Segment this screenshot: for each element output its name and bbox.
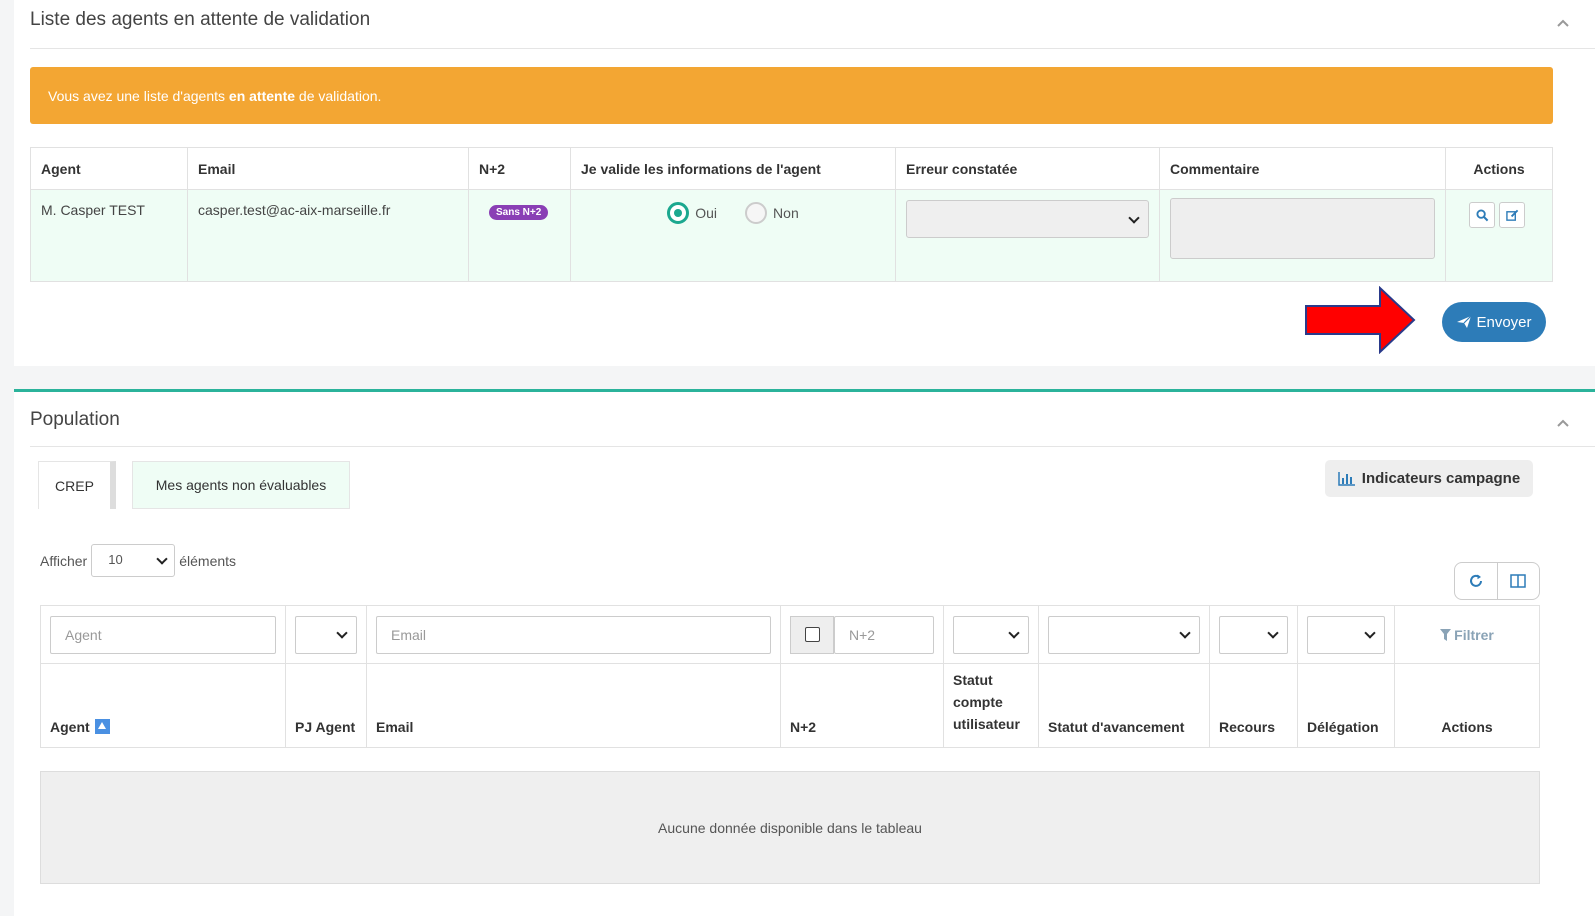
alert-suffix: de validation. (295, 88, 382, 104)
pending-agents-table: Agent Email N+2 Je valide les informatio… (30, 147, 1553, 282)
col-error: Erreur constatée (895, 147, 1160, 190)
col-agent: Agent (30, 147, 188, 190)
col-validate: Je valide les informations de l'agent (570, 147, 896, 190)
bar-chart-icon (1338, 472, 1355, 486)
chevron-down-icon (1267, 626, 1279, 639)
radio-no[interactable]: Non (745, 202, 799, 224)
sort-asc-icon[interactable] (94, 719, 110, 734)
col-pj-agent[interactable]: PJ Agent (285, 663, 367, 748)
delegation-filter-select[interactable] (1307, 615, 1385, 654)
chevron-down-icon (1008, 626, 1020, 639)
edit-icon (1505, 209, 1518, 221)
col-agent-label: Agent (50, 719, 90, 735)
n2-filter: N+2 (790, 615, 934, 654)
divider (30, 446, 1595, 447)
progress-filter-select[interactable] (1048, 615, 1200, 654)
page-length-control: Afficher 10 éléments (40, 544, 236, 577)
table-tools (1454, 562, 1540, 600)
view-button[interactable] (1469, 202, 1495, 228)
radio-yes-label: Oui (695, 205, 718, 221)
population-table: Agent Email N+2 Filtrer Agent PJ Agent E… (40, 605, 1540, 748)
radio-yes[interactable]: Oui (667, 202, 717, 224)
filter-label: Filtrer (1454, 626, 1494, 643)
n2-checkbox[interactable] (790, 615, 834, 654)
filter-row: Agent Email N+2 Filtrer (40, 605, 1540, 664)
pending-alert: Vous avez une liste d'agents en attente … (30, 67, 1553, 124)
agent-name: M. Casper TEST (30, 189, 188, 282)
chevron-down-icon (1179, 626, 1191, 639)
error-select[interactable] (906, 200, 1149, 238)
length-after: éléments (179, 552, 237, 569)
refresh-icon (1469, 574, 1482, 587)
filter-button[interactable]: Filtrer (1404, 616, 1530, 654)
red-arrow-annotation (1305, 286, 1416, 354)
n2-filter-input[interactable]: N+2 (834, 615, 934, 654)
col-n2[interactable]: N+2 (780, 663, 944, 748)
alert-bold: en attente (228, 88, 296, 104)
header-row: Agent PJ Agent Email N+2 Statut compte u… (40, 663, 1540, 748)
empty-table-message: Aucune donnée disponible dans le tableau (40, 771, 1540, 884)
agent-email: casper.test@ac-aix-marseille.fr (187, 189, 469, 282)
status-account-filter-select[interactable] (953, 615, 1029, 654)
radio-no-label: Non (773, 205, 799, 221)
paper-plane-icon (1457, 315, 1472, 328)
alert-prefix: Vous avez une liste d'agents (48, 88, 229, 104)
columns-icon (1510, 574, 1526, 588)
chevron-down-icon (1364, 626, 1376, 639)
radio-yes-indicator[interactable] (667, 202, 690, 224)
columns-button[interactable] (1496, 563, 1540, 599)
col-agent[interactable]: Agent (40, 663, 286, 748)
col-comment: Commentaire (1159, 147, 1446, 190)
page-length-value: 10 (108, 552, 123, 567)
col-actions: Actions (1394, 663, 1540, 748)
col-delegation[interactable]: Délégation (1297, 663, 1395, 748)
radio-no-indicator[interactable] (745, 202, 768, 224)
col-email: Email (187, 147, 469, 190)
filter-icon (1440, 628, 1452, 641)
col-appeal[interactable]: Recours (1209, 663, 1298, 748)
validate-radio-group: Oui Non (581, 202, 885, 224)
validation-panel: Liste des agents en attente de validatio… (14, 0, 1595, 366)
send-button[interactable]: Envoyer (1442, 302, 1546, 342)
population-panel-title: Population (30, 409, 120, 430)
pj-filter-select[interactable] (295, 615, 357, 654)
chevron-up-icon[interactable] (1557, 417, 1569, 429)
col-email[interactable]: Email (366, 663, 781, 748)
email-filter-input[interactable]: Email (376, 615, 771, 654)
send-label: Envoyer (1476, 313, 1532, 331)
population-panel: Population CREP Mes agents non évaluable… (14, 389, 1595, 916)
search-icon (1475, 208, 1488, 221)
tab-crep[interactable]: CREP (38, 461, 116, 509)
edit-button[interactable] (1499, 202, 1525, 228)
length-before: Afficher (40, 552, 88, 569)
col-account-status[interactable]: Statut compte utilisateur (943, 663, 1039, 748)
indicators-label: Indicateurs campagne (1361, 470, 1521, 487)
validation-panel-title: Liste des agents en attente de validatio… (30, 9, 371, 30)
tab-non-evaluable[interactable]: Mes agents non évaluables (132, 461, 350, 509)
col-n2: N+2 (468, 147, 571, 190)
refresh-button[interactable] (1455, 563, 1497, 599)
page-length-select[interactable]: 10 (91, 544, 176, 577)
chevron-up-icon[interactable] (1557, 17, 1569, 29)
comment-textarea[interactable] (1170, 198, 1435, 259)
col-actions: Actions (1445, 147, 1553, 190)
n2-badge: Sans N+2 (489, 205, 549, 220)
indicators-button[interactable]: Indicateurs campagne (1325, 460, 1533, 497)
table-row: M. Casper TEST casper.test@ac-aix-marsei… (30, 189, 1553, 282)
col-progress-status[interactable]: Statut d'avancement (1038, 663, 1210, 748)
chevron-down-icon (156, 553, 168, 565)
agent-filter-input[interactable]: Agent (50, 615, 276, 654)
appeal-filter-select[interactable] (1219, 615, 1288, 654)
divider (30, 48, 1595, 49)
chevron-down-icon (336, 626, 348, 639)
checkbox-box[interactable] (804, 627, 820, 642)
chevron-down-icon (1128, 212, 1140, 224)
